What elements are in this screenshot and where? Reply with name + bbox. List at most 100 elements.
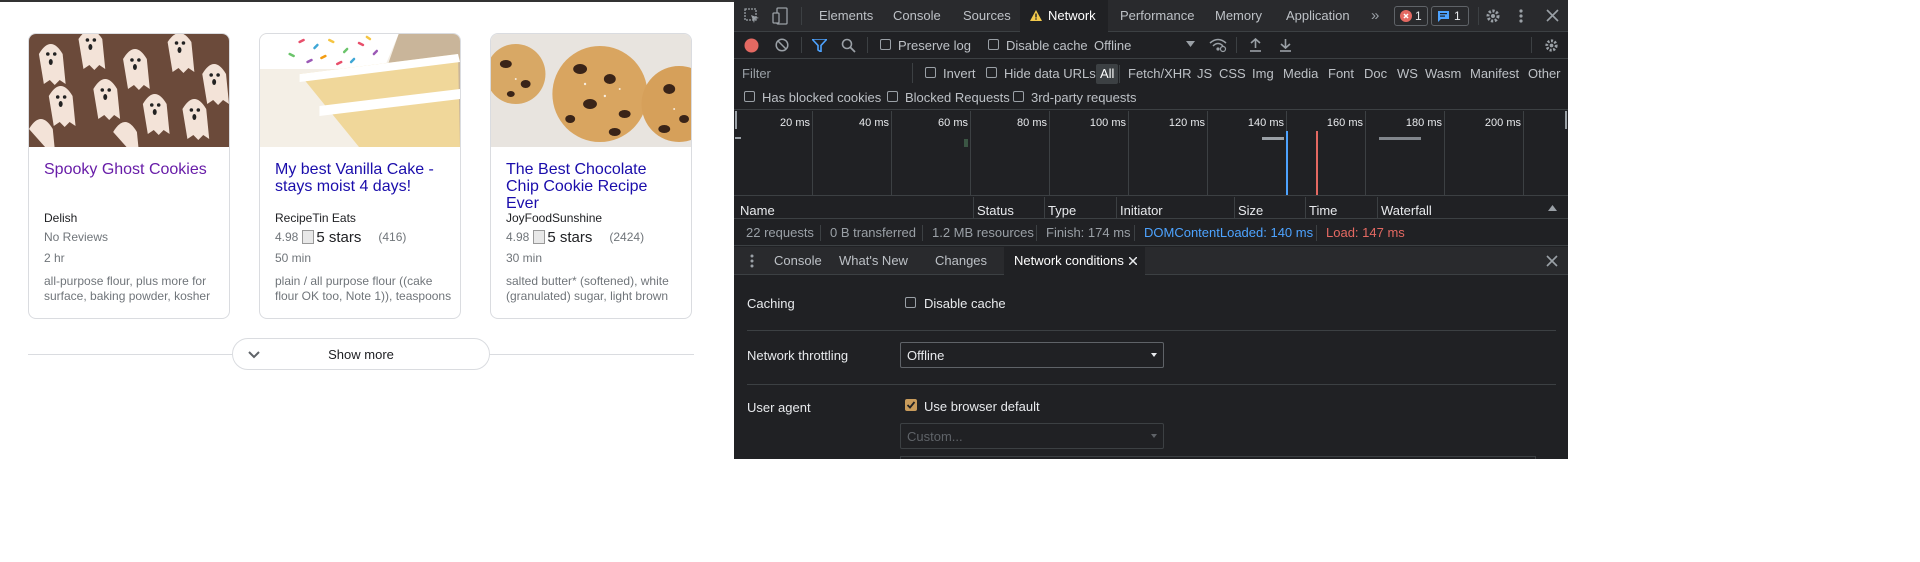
blocked-requests-checkbox[interactable]	[887, 91, 898, 102]
recipe-card[interactable]: Spooky Ghost Cookies Delish No Reviews 2…	[28, 33, 230, 319]
filter-input[interactable]	[738, 63, 910, 84]
show-more-button[interactable]: Show more	[232, 338, 490, 370]
overview-left-handle[interactable]	[735, 111, 737, 129]
record-icon[interactable]	[744, 38, 759, 53]
export-har-icon[interactable]	[1279, 38, 1292, 52]
column-name[interactable]: Name	[740, 203, 775, 218]
tick-label: 60 ms	[938, 117, 968, 129]
caret-down-icon	[1151, 434, 1157, 438]
network-overview-timeline[interactable]: 20 ms 40 ms 60 ms 80 ms 100 ms 120 ms 14…	[734, 111, 1568, 196]
errors-badge[interactable]: 1	[1394, 6, 1428, 26]
drawer-tab-whats-new[interactable]: What's New	[839, 247, 908, 275]
tick-line	[1128, 111, 1129, 196]
throttling-select[interactable]: Offline	[1094, 35, 1196, 55]
invert-checkbox[interactable]	[925, 67, 936, 78]
throttling-value: Offline	[1094, 38, 1132, 53]
column-separator[interactable]	[1116, 197, 1117, 219]
column-initiator[interactable]: Initiator	[1120, 203, 1163, 218]
column-separator[interactable]	[1305, 197, 1306, 219]
drawer-tabbar: Console What's New Changes Network condi…	[734, 247, 1568, 275]
filter-type-css[interactable]: CSS	[1219, 66, 1246, 81]
use-browser-default-checkbox[interactable]	[905, 399, 917, 411]
recipe-ingredients: all-purpose flour, plus more for surface…	[44, 274, 211, 303]
disable-cache-checkbox[interactable]	[988, 39, 999, 50]
has-blocked-cookies-checkbox[interactable]	[744, 91, 755, 102]
user-agent-input[interactable]	[900, 456, 1536, 459]
chevron-down-icon	[248, 351, 260, 359]
close-tab-icon[interactable]	[1129, 257, 1137, 265]
drawer-tab-changes[interactable]: Changes	[935, 247, 987, 275]
network-conditions-icon[interactable]	[1209, 38, 1227, 53]
devtools-main-tabbar: Elements Console Sources Network Perform…	[734, 0, 1568, 32]
summary-finish: Finish: 174 ms	[1046, 225, 1131, 240]
more-options-icon[interactable]	[1518, 8, 1524, 24]
blocked-requests-label: Blocked Requests	[905, 90, 1010, 105]
search-icon[interactable]	[841, 38, 856, 53]
recipe-card[interactable]: My best Vanilla Cake - stays moist 4 day…	[259, 33, 461, 319]
tab-performance[interactable]: Performance	[1120, 0, 1194, 32]
tab-console[interactable]: Console	[893, 0, 941, 32]
column-status[interactable]: Status	[977, 203, 1014, 218]
sort-ascending-icon[interactable]	[1548, 205, 1557, 211]
recipe-title-link[interactable]: The Best Chocolate Chip Cookie Recipe Ev…	[506, 161, 681, 212]
tab-elements[interactable]: Elements	[819, 0, 873, 32]
network-settings-gear-icon[interactable]	[1544, 38, 1559, 53]
tab-sources[interactable]: Sources	[963, 0, 1011, 32]
column-separator[interactable]	[1044, 197, 1045, 219]
column-type[interactable]: Type	[1048, 203, 1076, 218]
filter-type-ws[interactable]: WS	[1397, 66, 1418, 81]
column-size[interactable]: Size	[1238, 203, 1263, 218]
recipe-ingredients: plain / all purpose flour ((cake flour O…	[275, 274, 452, 303]
filter-type-media[interactable]: Media	[1283, 66, 1318, 81]
drawer-tab-network-conditions[interactable]: Network conditions	[1004, 247, 1145, 275]
tick-label: 40 ms	[859, 117, 889, 129]
recipe-image-vanilla-cake[interactable]	[260, 34, 460, 147]
tab-network[interactable]: Network	[1020, 0, 1108, 32]
third-party-requests-checkbox[interactable]	[1013, 91, 1024, 102]
filter-type-other[interactable]: Other	[1528, 66, 1561, 81]
recipe-image-chocolate-chip-cookies[interactable]	[491, 34, 691, 147]
drawer-menu-icon[interactable]	[750, 254, 754, 268]
filter-type-doc[interactable]: Doc	[1364, 66, 1387, 81]
recipe-time: 30 min	[506, 251, 543, 265]
filter-type-manifest[interactable]: Manifest	[1470, 66, 1519, 81]
device-toolbar-icon[interactable]	[772, 7, 790, 25]
more-tabs-chevron-icon[interactable]: »	[1371, 0, 1379, 32]
close-devtools-icon[interactable]	[1546, 9, 1559, 22]
column-time[interactable]: Time	[1309, 203, 1337, 218]
nc-disable-cache-label: Disable cache	[924, 296, 1006, 311]
settings-gear-icon[interactable]	[1485, 8, 1501, 24]
drawer-tab-console[interactable]: Console	[774, 247, 822, 275]
filter-type-fetch-xhr[interactable]: Fetch/XHR	[1128, 66, 1192, 81]
import-har-icon[interactable]	[1249, 38, 1262, 52]
tab-application[interactable]: Application	[1286, 0, 1350, 32]
recipe-card[interactable]: The Best Chocolate Chip Cookie Recipe Ev…	[490, 33, 692, 319]
recipe-title-link[interactable]: My best Vanilla Cake - stays moist 4 day…	[275, 161, 450, 195]
tab-memory[interactable]: Memory	[1215, 0, 1262, 32]
overview-right-handle[interactable]	[1565, 111, 1567, 129]
preserve-log-checkbox[interactable]	[880, 39, 891, 50]
tabbar-divider	[1478, 7, 1479, 25]
filter-type-wasm[interactable]: Wasm	[1425, 66, 1461, 81]
messages-badge[interactable]: 1	[1431, 6, 1469, 26]
filter-type-js[interactable]: JS	[1197, 66, 1212, 81]
column-separator[interactable]	[973, 197, 974, 219]
column-separator[interactable]	[1234, 197, 1235, 219]
close-drawer-icon[interactable]	[1546, 255, 1558, 267]
column-waterfall[interactable]: Waterfall	[1381, 203, 1432, 218]
filter-type-font[interactable]: Font	[1328, 66, 1354, 81]
filter-type-img[interactable]: Img	[1252, 66, 1274, 81]
nc-disable-cache-checkbox[interactable]	[905, 297, 916, 308]
recipe-title-link[interactable]: Spooky Ghost Cookies	[44, 161, 219, 178]
recipe-image-ghost-cookies[interactable]	[29, 34, 229, 147]
filter-icon[interactable]	[812, 39, 827, 52]
toolbar-divider	[1236, 37, 1237, 53]
column-separator[interactable]	[1377, 197, 1378, 219]
filter-type-all[interactable]: All	[1096, 64, 1119, 84]
clear-icon[interactable]	[775, 38, 789, 52]
tick-line	[1049, 111, 1050, 196]
stars-image: 5 stars	[302, 229, 361, 246]
network-throttling-select[interactable]: Offline	[900, 342, 1164, 368]
inspect-element-icon[interactable]	[744, 8, 760, 24]
hide-data-urls-checkbox[interactable]	[986, 67, 997, 78]
